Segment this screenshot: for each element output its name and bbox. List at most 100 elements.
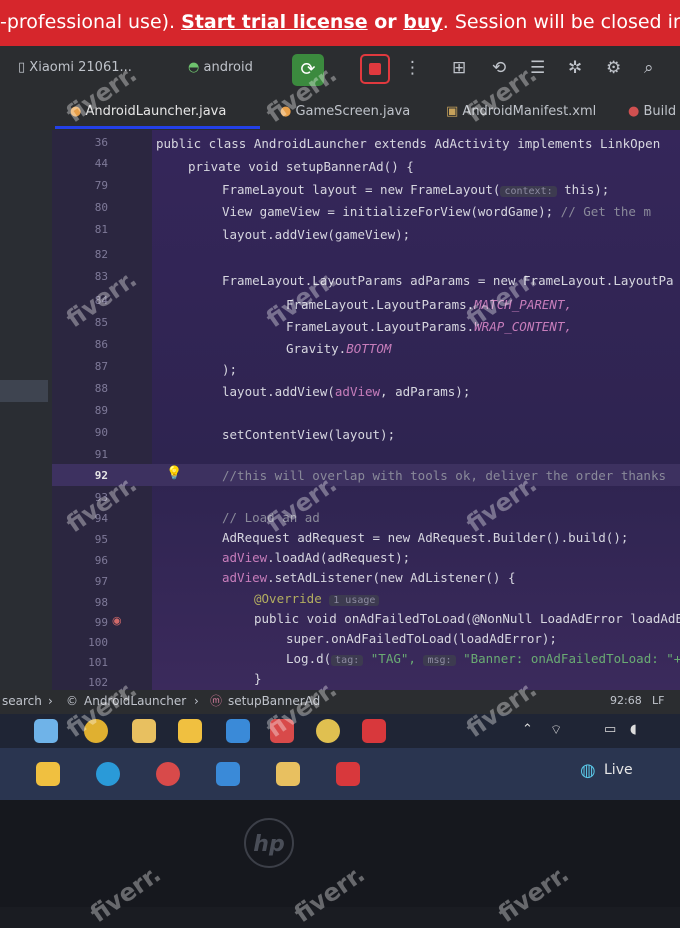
battery-icon[interactable]: ▭ bbox=[604, 722, 616, 737]
profiler-icon[interactable]: ⚙ bbox=[606, 58, 621, 78]
line-number: 96 bbox=[94, 554, 108, 567]
param-hint: context: bbox=[500, 186, 557, 197]
line-number: 102 bbox=[88, 676, 108, 689]
weather-icon: ◍ bbox=[580, 760, 596, 781]
laptop-bezel: fiverr. fiverr. fiverr. bbox=[0, 800, 680, 928]
folder-icon[interactable] bbox=[276, 762, 300, 786]
tab-build[interactable]: ● Build bbox=[628, 104, 676, 119]
line-separator[interactable]: LF bbox=[652, 690, 664, 712]
lightbulb-icon[interactable]: 💡 bbox=[166, 466, 182, 481]
code-line: ); bbox=[222, 362, 238, 377]
line-number: 94 bbox=[94, 512, 108, 525]
module-selector[interactable]: ◓ android bbox=[188, 60, 253, 75]
rerun-button[interactable]: ⟳ bbox=[292, 54, 324, 86]
edge-icon[interactable] bbox=[96, 762, 120, 786]
layout-inspector-icon[interactable]: ⊞ bbox=[452, 58, 466, 78]
chevron-up-icon[interactable]: ⌃ bbox=[522, 722, 533, 737]
code-line: FrameLayout.LayoutParams.WRAP_CONTENT, bbox=[286, 319, 572, 334]
chevron-right-icon: › bbox=[194, 694, 199, 708]
laptop-screen: -professional use). Start trial license … bbox=[0, 0, 680, 800]
line-number: 83 bbox=[94, 270, 108, 283]
license-suffix: . Session will be closed in 3 min... bbox=[442, 11, 680, 33]
chevron-right-icon: › bbox=[48, 694, 53, 708]
code-line: super.onAdFailedToLoad(loadAdError); bbox=[286, 631, 557, 646]
ide-toolbar: ▯ Xiaomi 21061... ◓ android ⟳ ⋮ ⊞ ⟲ ☰ ✲ … bbox=[0, 46, 680, 96]
file-explorer-icon[interactable] bbox=[132, 719, 156, 743]
network-icon[interactable]: ⌔ bbox=[550, 722, 562, 738]
line-number: 90 bbox=[94, 426, 108, 439]
store-icon[interactable] bbox=[178, 719, 202, 743]
chrome-profile-icon[interactable] bbox=[156, 762, 180, 786]
line-number: 82 bbox=[94, 248, 108, 261]
start-trial-link[interactable]: Start trial license bbox=[181, 11, 367, 33]
code-line: Log.d(tag: "TAG", msg: "Banner: onAdFail… bbox=[286, 651, 680, 666]
line-number: 44 bbox=[94, 157, 108, 170]
volume-icon[interactable]: ◖ bbox=[630, 722, 637, 737]
code-line: layout.addView(gameView); bbox=[222, 227, 411, 242]
breadcrumb: search › © AndroidLauncher › ⓜ setupBann… bbox=[0, 690, 680, 714]
license-warning-bar: -professional use). Start trial license … bbox=[0, 0, 680, 46]
line-number: 91 bbox=[94, 448, 108, 461]
device-icon: ▯ bbox=[18, 60, 30, 75]
license-prefix: -professional use). bbox=[0, 11, 182, 33]
line-number: 95 bbox=[94, 533, 108, 546]
active-tab-indicator bbox=[55, 126, 260, 129]
android-icon: ◓ bbox=[188, 60, 204, 75]
device-selector[interactable]: ▯ Xiaomi 21061... bbox=[18, 60, 132, 75]
project-panel[interactable] bbox=[0, 130, 52, 690]
live-label[interactable]: Live bbox=[604, 762, 633, 778]
taskbar: ◍ Live bbox=[0, 748, 680, 800]
vpn-icon[interactable] bbox=[226, 719, 250, 743]
debug-bug-icon[interactable]: ✲ bbox=[568, 58, 582, 78]
xml-file-icon: ▣ bbox=[446, 104, 463, 119]
line-number: 36 bbox=[94, 136, 108, 149]
code-line: Gravity.BOTTOM bbox=[286, 341, 392, 356]
tab-game-screen[interactable]: ● GameScreen.java bbox=[280, 104, 410, 119]
line-number: 89 bbox=[94, 404, 108, 417]
code-line: adView.loadAd(adRequest); bbox=[222, 550, 411, 565]
copilot-icon[interactable] bbox=[34, 719, 58, 743]
breadcrumb-class[interactable]: AndroidLauncher bbox=[84, 690, 186, 712]
breadcrumb-method[interactable]: setupBannerAd bbox=[228, 690, 320, 712]
chrome-icon[interactable] bbox=[84, 719, 108, 743]
app-icon[interactable] bbox=[270, 719, 294, 743]
line-number-current: 92 bbox=[94, 469, 108, 482]
logcat-icon[interactable]: ☰ bbox=[530, 58, 545, 78]
buy-link[interactable]: buy bbox=[403, 11, 443, 33]
selected-project-item[interactable] bbox=[0, 380, 48, 402]
line-number: 85 bbox=[94, 316, 108, 329]
editor-tabs: ● AndroidLauncher.java ● GameScreen.java… bbox=[0, 96, 680, 130]
method-header: private void setupBannerAd() { bbox=[188, 159, 414, 174]
line-number: 93 bbox=[94, 491, 108, 504]
code-line: FrameLayout.LayoutParams adParams = new … bbox=[222, 273, 674, 288]
search-icon[interactable]: ⌕ bbox=[644, 58, 654, 78]
chrome-canary-icon[interactable] bbox=[316, 719, 340, 743]
breadcrumb-search[interactable]: search bbox=[2, 690, 42, 712]
vpn-taskbar-icon[interactable] bbox=[216, 762, 240, 786]
system-tray-bar: ⌃ ⌔ ▭ ◖ bbox=[0, 714, 680, 748]
class-icon: © bbox=[66, 694, 78, 708]
override-gutter-icon[interactable]: ◉ bbox=[112, 614, 122, 627]
android-studio-taskbar-icon[interactable] bbox=[336, 762, 360, 786]
code-line: adView.setAdListener(new AdListener() { bbox=[222, 570, 516, 585]
android-studio-icon[interactable] bbox=[362, 719, 386, 743]
tab-android-manifest[interactable]: ▣ AndroidManifest.xml bbox=[446, 104, 596, 119]
line-number: 79 bbox=[94, 179, 108, 192]
line-number: 98 bbox=[94, 596, 108, 609]
tab-android-launcher[interactable]: ● AndroidLauncher.java bbox=[70, 104, 226, 119]
more-icon[interactable]: ⋮ bbox=[404, 58, 421, 78]
code-line: public void onAdFailedToLoad(@NonNull Lo… bbox=[254, 611, 680, 626]
usage-hint: 1 usage bbox=[329, 595, 380, 606]
hp-logo: hp bbox=[244, 818, 294, 868]
line-number: 101 bbox=[88, 656, 108, 669]
line-number: 80 bbox=[94, 201, 108, 214]
line-number: 81 bbox=[94, 223, 108, 236]
watermark: fiverr. bbox=[85, 859, 166, 928]
cursor-position[interactable]: 92:68 bbox=[610, 690, 642, 712]
code-comment-current: //this will overlap with tools ok, deliv… bbox=[222, 468, 667, 483]
stop-button[interactable] bbox=[360, 54, 390, 84]
sync-icon[interactable]: ⟲ bbox=[492, 58, 506, 78]
code-line: } bbox=[254, 671, 262, 686]
windows-start-icon[interactable] bbox=[36, 762, 60, 786]
line-number: 84 bbox=[94, 294, 108, 307]
